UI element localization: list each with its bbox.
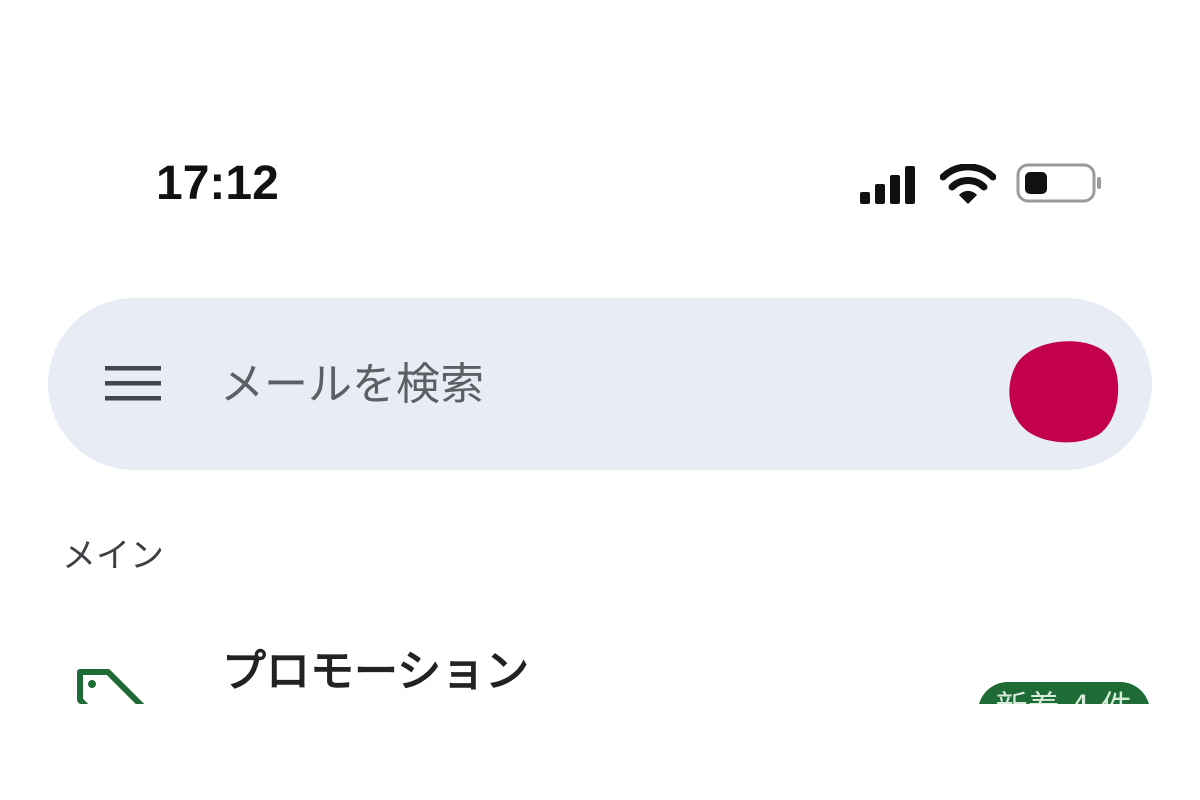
status-icons	[858, 160, 1108, 210]
new-count-badge: 新着 4 件	[978, 682, 1150, 704]
account-avatar[interactable]	[1002, 335, 1120, 445]
category-title: プロモーション	[222, 646, 530, 697]
battery-icon	[1016, 163, 1101, 203]
wifi-icon	[940, 164, 996, 204]
tag-icon	[77, 669, 145, 704]
search-input[interactable]	[220, 352, 920, 416]
category-row-promotions[interactable]: プロモーション 新着 4 件	[0, 630, 1200, 704]
signal-bars-icon	[860, 166, 915, 204]
status-time: 17:12	[156, 157, 279, 210]
section-label-main: メイン	[62, 536, 164, 576]
hamburger-menu-icon[interactable]	[100, 355, 166, 411]
gmail-app-screen: 17:12 メイン	[0, 0, 1200, 800]
